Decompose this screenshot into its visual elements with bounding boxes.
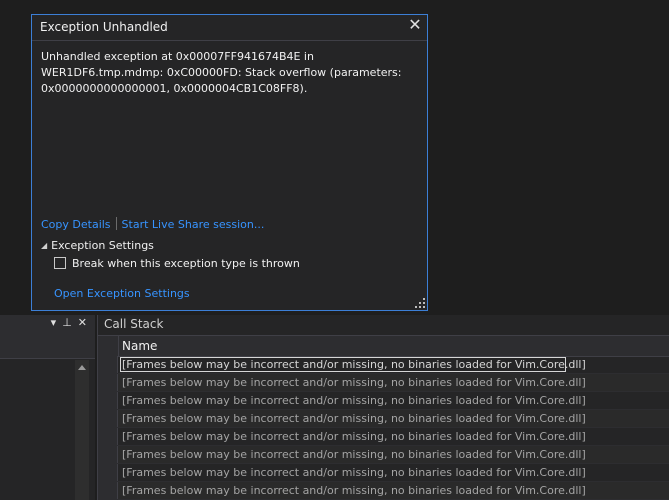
left-panel-tools: ▾ ⊥ ✕ <box>45 316 87 329</box>
call-stack-row[interactable]: [Frames below may be incorrect and/or mi… <box>98 446 669 464</box>
scroll-up-icon[interactable] <box>78 365 86 370</box>
exception-popup: Exception Unhandled ✕ Unhandled exceptio… <box>31 14 428 311</box>
link-divider <box>115 217 117 230</box>
row-gutter <box>98 482 118 499</box>
row-gutter <box>98 356 118 373</box>
break-checkbox-label: Break when this exception type is thrown <box>72 257 300 270</box>
live-share-link[interactable]: Start Live Share session... <box>122 218 265 231</box>
copy-details-link[interactable]: Copy Details <box>41 218 111 231</box>
column-name[interactable]: Name <box>122 339 157 353</box>
chevron-down-icon[interactable]: ▾ <box>51 316 57 329</box>
call-stack-row[interactable]: [Frames below may be incorrect and/or mi… <box>98 428 669 446</box>
row-gutter <box>98 428 118 445</box>
frame-text: [Frames below may be incorrect and/or mi… <box>122 394 586 407</box>
left-panel-row <box>0 333 95 358</box>
frame-text: [Frames below may be incorrect and/or mi… <box>122 430 586 443</box>
row-gutter <box>98 374 118 391</box>
scrollbar[interactable] <box>75 360 89 500</box>
call-stack-row[interactable]: [Frames below may be incorrect and/or mi… <box>98 356 669 374</box>
frame-text: [Frames below may be incorrect and/or mi… <box>122 484 586 497</box>
call-stack-row[interactable]: [Frames below may be incorrect and/or mi… <box>98 392 669 410</box>
row-gutter <box>98 410 118 427</box>
call-stack-row[interactable]: [Frames below may be incorrect and/or mi… <box>98 482 669 500</box>
triangle-expanded-icon: ◢ <box>41 241 48 250</box>
exception-message: Unhandled exception at 0x00007FF941674B4… <box>41 50 402 95</box>
call-stack-row[interactable]: [Frames below may be incorrect and/or mi… <box>98 464 669 482</box>
close-icon[interactable]: ✕ <box>407 17 423 33</box>
frame-text: [Frames below may be incorrect and/or mi… <box>122 412 586 425</box>
call-stack-title: Call Stack <box>104 317 164 331</box>
divider <box>0 358 95 359</box>
close-icon[interactable]: ✕ <box>78 316 87 329</box>
open-exception-settings-link[interactable]: Open Exception Settings <box>54 287 190 300</box>
frame-text: [Frames below may be incorrect and/or mi… <box>122 466 586 479</box>
header-gutter <box>98 336 119 356</box>
divider <box>32 40 427 41</box>
popup-title: Exception Unhandled <box>40 20 168 34</box>
call-stack-header: Name <box>98 335 669 357</box>
frame-text: [Frames below may be incorrect and/or mi… <box>122 448 586 461</box>
popup-actions: Copy Details Start Live Share session... <box>41 217 264 231</box>
row-gutter <box>98 446 118 463</box>
call-stack-row[interactable]: [Frames below may be incorrect and/or mi… <box>98 374 669 392</box>
call-stack-row[interactable]: [Frames below may be incorrect and/or mi… <box>98 410 669 428</box>
left-tool-panel: ▾ ⊥ ✕ <box>0 315 95 500</box>
break-checkbox[interactable] <box>54 257 66 269</box>
break-when-thrown-option[interactable]: Break when this exception type is thrown <box>54 257 300 270</box>
left-panel-header: ▾ ⊥ ✕ <box>0 315 95 333</box>
call-stack-panel: Call Stack Name [Frames below may be inc… <box>97 315 669 500</box>
row-gutter <box>98 392 118 409</box>
frame-text: [Frames below may be incorrect and/or mi… <box>122 376 586 389</box>
row-gutter <box>98 464 118 481</box>
exception-settings-label: Exception Settings <box>51 239 154 252</box>
exception-settings-toggle[interactable]: ◢ Exception Settings <box>41 239 154 252</box>
call-stack-rows: [Frames below may be incorrect and/or mi… <box>98 356 669 500</box>
resize-grip-icon[interactable] <box>415 298 425 308</box>
pin-icon[interactable]: ⊥ <box>62 316 72 329</box>
frame-text: [Frames below may be incorrect and/or mi… <box>120 357 586 372</box>
